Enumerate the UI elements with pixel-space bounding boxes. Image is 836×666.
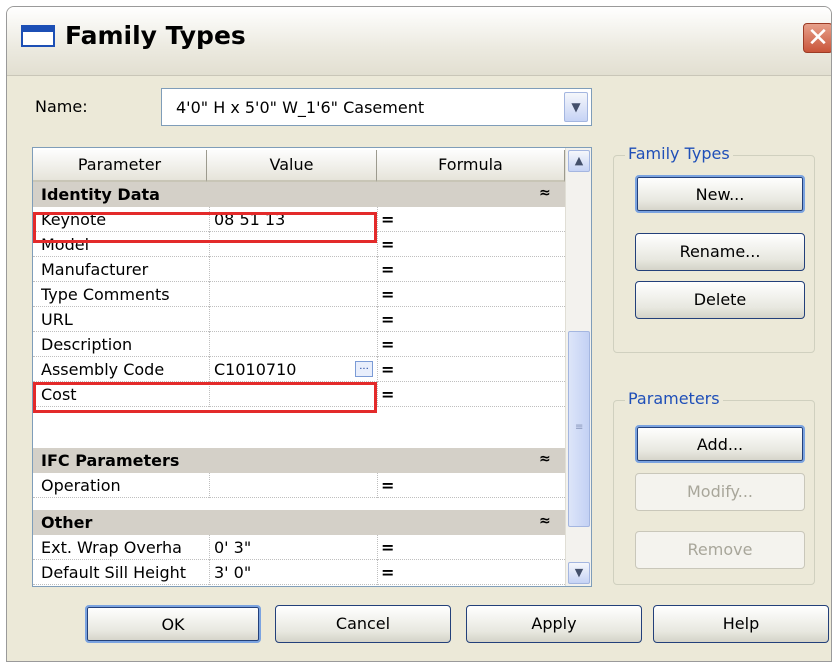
param-formula[interactable]: = (381, 385, 394, 404)
param-formula[interactable]: = (381, 310, 394, 329)
collapse-icon[interactable]: ≈ (539, 513, 551, 529)
param-formula[interactable]: = (381, 335, 394, 354)
param-name: Manufacturer (41, 260, 149, 279)
dialog-title: Family Types (65, 21, 246, 50)
scroll-up-icon[interactable]: ▲ (568, 150, 590, 172)
param-name: URL (41, 310, 73, 329)
group-title: Identity Data (41, 185, 160, 204)
rename-button[interactable]: Rename... (635, 233, 805, 271)
delete-button[interactable]: Delete (635, 281, 805, 319)
header-parameter[interactable]: Parameter (33, 150, 207, 182)
chevron-down-icon[interactable]: ▼ (564, 92, 588, 122)
param-name: Assembly Code (41, 360, 165, 379)
cancel-button[interactable]: Cancel (275, 605, 451, 643)
title-bar: Family Types ✕ (7, 7, 831, 76)
keynote-highlight (33, 212, 377, 243)
close-button[interactable]: ✕ (803, 23, 831, 53)
group-other[interactable]: Other ≈ (33, 510, 565, 535)
param-row-manufacturer[interactable]: Manufacturer = (33, 257, 565, 282)
scroll-down-icon[interactable]: ▼ (568, 562, 590, 584)
param-row-url[interactable]: URL = (33, 307, 565, 332)
param-name: Ext. Wrap Overha (41, 538, 182, 557)
param-formula[interactable]: = (381, 360, 394, 379)
collapse-icon[interactable]: ≈ (539, 451, 551, 467)
name-value: 4'0" H x 5'0" W_1'6" Casement (176, 98, 425, 117)
param-row-operation[interactable]: Operation = (33, 473, 565, 498)
ok-button[interactable]: OK (85, 605, 261, 643)
remove-button[interactable]: Remove (635, 531, 805, 569)
param-formula[interactable]: = (381, 210, 394, 229)
group-ifc-parameters[interactable]: IFC Parameters ≈ (33, 448, 565, 473)
param-formula[interactable]: = (381, 563, 394, 582)
family-types-dialog: Family Types ✕ Name: 4'0" H x 5'0" W_1'6… (6, 6, 832, 662)
apply-button[interactable]: Apply (466, 605, 642, 643)
param-value[interactable]: C1010710 (214, 360, 296, 379)
param-row-ext-wrap[interactable]: Ext. Wrap Overha 0' 3" = (33, 535, 565, 560)
header-value[interactable]: Value (207, 150, 377, 182)
param-formula[interactable]: = (381, 476, 394, 495)
header-formula[interactable]: Formula (377, 150, 565, 182)
group-title: IFC Parameters (41, 451, 180, 470)
group-title: Other (41, 513, 93, 532)
param-name: Type Comments (41, 285, 170, 304)
group-identity-data[interactable]: Identity Data ≈ (33, 182, 565, 207)
param-value[interactable]: 0' 3" (214, 538, 251, 557)
scroll-thumb[interactable]: ≡ (568, 331, 590, 527)
assembly-code-highlight (33, 382, 377, 413)
vertical-scrollbar[interactable]: ▲ ≡ ▼ (565, 148, 591, 586)
param-row-type-comments[interactable]: Type Comments = (33, 282, 565, 307)
param-row-default-sill-height[interactable]: Default Sill Height 3' 0" = (33, 560, 565, 585)
param-name: Operation (41, 476, 121, 495)
add-button[interactable]: Add... (635, 425, 805, 463)
param-formula[interactable]: = (381, 260, 394, 279)
parameters-group-title: Parameters (625, 389, 723, 408)
param-formula[interactable]: = (381, 285, 394, 304)
param-row-assembly-code[interactable]: Assembly Code C1010710 ... = (33, 357, 565, 382)
browse-button[interactable]: ... (355, 361, 373, 377)
name-label: Name: (35, 97, 88, 116)
new-button[interactable]: New... (635, 175, 805, 213)
name-dropdown[interactable]: 4'0" H x 5'0" W_1'6" Casement ▼ (161, 88, 592, 126)
collapse-icon[interactable]: ≈ (539, 185, 551, 201)
param-name: Description (41, 335, 133, 354)
param-row-description[interactable]: Description = (33, 332, 565, 357)
param-formula[interactable]: = (381, 235, 394, 254)
window-icon (21, 25, 55, 47)
param-value[interactable]: 3' 0" (214, 563, 251, 582)
param-formula[interactable]: = (381, 538, 394, 557)
modify-button[interactable]: Modify... (635, 473, 805, 511)
help-button[interactable]: Help (653, 605, 829, 643)
param-name: Default Sill Height (41, 563, 187, 582)
family-types-group-title: Family Types (625, 144, 733, 163)
